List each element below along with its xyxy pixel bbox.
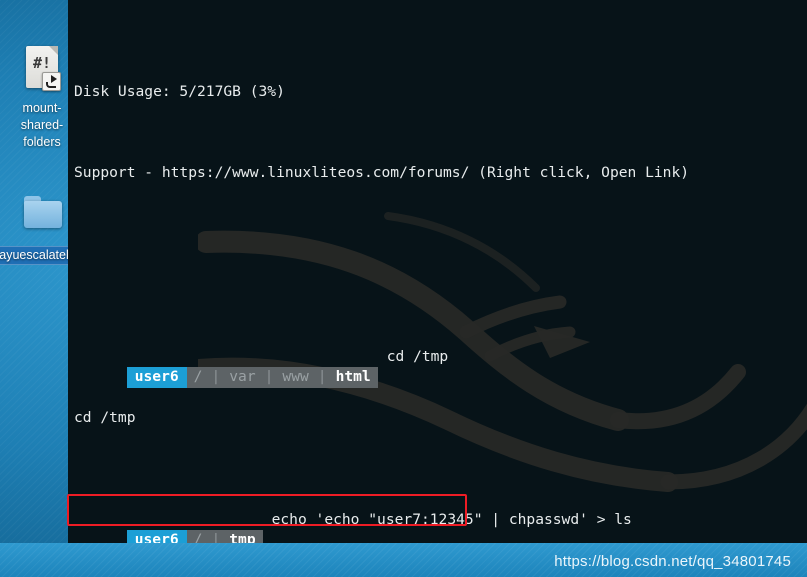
prompt-path-seg: var [222, 367, 263, 388]
prompt-path-seg: www [275, 367, 316, 388]
prompt-separator: | [209, 530, 223, 543]
prompt-user: user6 [126, 530, 187, 543]
terminal-window[interactable]: Disk Usage: 5/217GB (3%) Support - https… [68, 0, 807, 543]
prompt-path-current: tmp [222, 530, 263, 543]
prompt-user: user6 [126, 367, 187, 388]
terminal-prompt-line: user6/| var | www | htmlcd /tmp [74, 347, 807, 388]
prompt-command: echo 'echo "user7:12345" | chpasswd' > l… [271, 511, 632, 529]
terminal-line: Disk Usage: 5/217GB (3%) [74, 82, 285, 100]
prompt-path-current: html [328, 367, 378, 388]
prompt-path-root: / [186, 530, 210, 543]
terminal-line: cd /tmp [74, 409, 136, 427]
prompt-path-root: / [186, 367, 210, 388]
folder-icon [20, 192, 64, 242]
terminal-output: Disk Usage: 5/217GB (3%) Support - https… [68, 0, 807, 543]
shell-script-icon: #! [20, 46, 64, 96]
shebang-glyph: #! [32, 54, 52, 72]
shell-prompt: user6/| tmp [74, 510, 263, 543]
terminal-line: Support - https://www.linuxliteos.com/fo… [74, 164, 690, 182]
shell-prompt: user6/| var | www | html [74, 347, 378, 388]
prompt-command: cd /tmp [386, 347, 449, 365]
watermark-text: https://blog.csdn.net/qq_34801745 [554, 553, 791, 570]
shortcut-arrow-icon [42, 72, 61, 91]
prompt-separator: | [209, 367, 223, 388]
prompt-separator: | [315, 367, 329, 388]
prompt-separator: | [262, 367, 276, 388]
terminal-prompt-line: user6/| tmp echo 'echo "user7:12345" | chp… [74, 510, 807, 543]
